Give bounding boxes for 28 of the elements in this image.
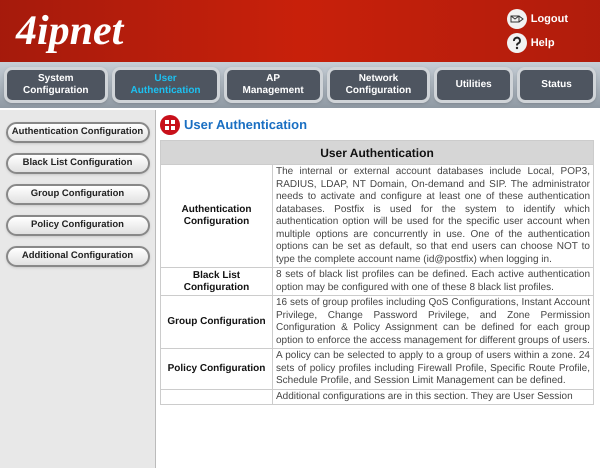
nav-tab[interactable]: AP Management — [224, 67, 323, 103]
row-label: Authentication Configuration — [160, 164, 272, 268]
row-description: A policy can be selected to apply to a group of users within a zone. 24 sets of policy profiles including Firewall Profile, Specific Route Profile, Schedule Profile, and Session Limit Management can be defined. — [272, 348, 594, 389]
row-label: Policy Configuration — [160, 348, 272, 389]
row-description: 16 sets of group profiles including QoS Configurations, Instant Account Privilege, Change Password Privilege, and Zone Permission Configuration & Policy Assignment can be defined for each group option to enforce the access management for different groups of users. — [272, 296, 594, 348]
logo: 4ipnet — [16, 10, 124, 52]
nav-tab[interactable]: Utilities — [434, 67, 514, 103]
sidebar-item[interactable]: Group Configuration — [6, 184, 150, 205]
logout-link[interactable]: Logout — [506, 9, 568, 29]
row-description: The internal or external account databases include Local, POP3, RADIUS, LDAP, NT Domain, On-demand and SIP. The administrator needs to activate and configure at least one of these authentication databases. Postfix is used for the system to identify which authentication option will be used for the specific user account when multiple options are concurrently in use. One of the authentication options can be set as default, so that end users can choose NOT to type the complete account name (id@postfix) when logging in. — [272, 164, 594, 268]
row-label: Black List Configuration — [160, 268, 272, 296]
row-label: Group Configuration — [160, 296, 272, 348]
grid-icon — [160, 115, 180, 135]
sidebar-item[interactable]: Additional Configuration — [6, 246, 150, 267]
table-header: User Authentication — [160, 140, 594, 164]
help-link[interactable]: Help — [506, 33, 568, 53]
envelope-icon — [506, 9, 527, 29]
help-icon — [506, 33, 527, 53]
sidebar-item[interactable]: Authentication Configuration — [6, 122, 150, 143]
row-description: Additional configurations are in this section. They are User Session — [272, 389, 594, 404]
nav-tab[interactable]: Status — [517, 67, 596, 103]
sidebar-item[interactable]: Policy Configuration — [6, 215, 150, 236]
page-title: User Authentication — [184, 116, 308, 134]
sidebar-item[interactable]: Black List Configuration — [6, 153, 150, 174]
nav-tab[interactable]: Network Configuration — [326, 67, 430, 103]
nav-tab[interactable]: System Configuration — [4, 67, 108, 103]
nav-tab[interactable]: User Authentication — [112, 67, 220, 103]
row-description: 8 sets of black list profiles can be defined. Each active authentication option may be configured with one of these 8 black list profiles. — [272, 268, 594, 296]
